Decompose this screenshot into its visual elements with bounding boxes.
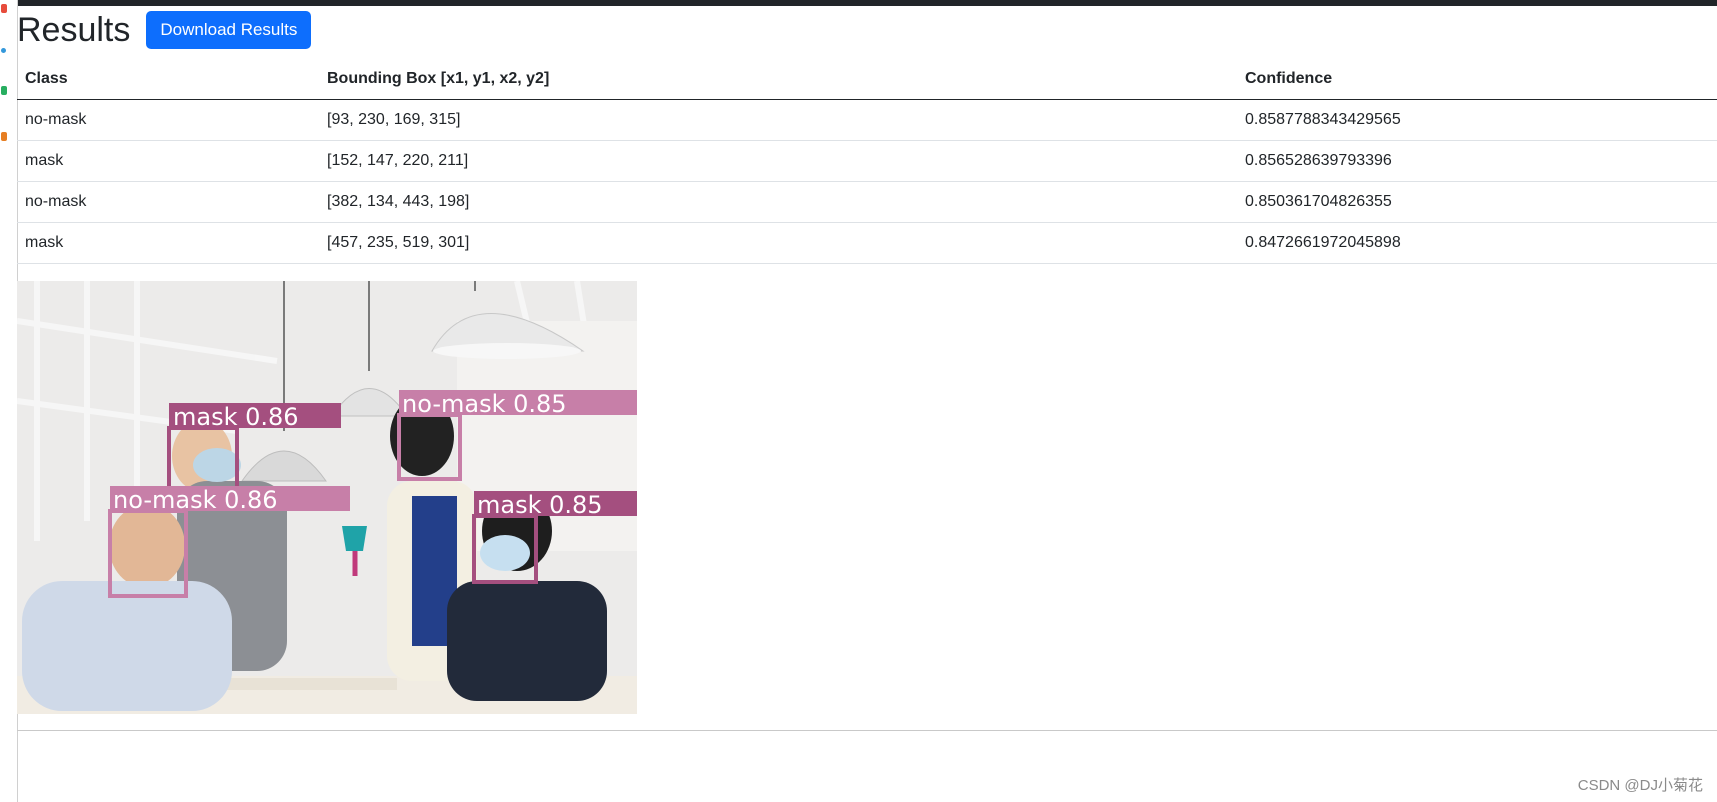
cell-confidence: 0.8587788343429565 bbox=[1237, 99, 1717, 141]
rail-blue-icon[interactable] bbox=[1, 48, 6, 53]
detection-scene: mask 0.86 no-mask 0.85 no-mask 0.86 mask… bbox=[17, 281, 637, 714]
table-row: no-mask [93, 230, 169, 315] 0.8587788343… bbox=[17, 99, 1717, 141]
bbox-label: mask 0.85 bbox=[477, 491, 603, 519]
bbox-label: mask 0.86 bbox=[173, 403, 299, 431]
table-row: mask [457, 235, 519, 301] 0.847266197204… bbox=[17, 222, 1717, 264]
cell-bbox: [457, 235, 519, 301] bbox=[319, 222, 1237, 264]
page-title: Results bbox=[17, 11, 131, 49]
cell-class: no-mask bbox=[17, 99, 319, 141]
download-results-button[interactable]: Download Results bbox=[146, 11, 312, 49]
bbox-label: no-mask 0.85 bbox=[402, 390, 567, 418]
top-bar bbox=[0, 0, 1717, 6]
cell-class: mask bbox=[17, 140, 319, 182]
cell-confidence: 0.8472661972045898 bbox=[1237, 222, 1717, 264]
detection-result-image: mask 0.86 no-mask 0.85 no-mask 0.86 mask… bbox=[17, 281, 637, 714]
table-row: mask [152, 147, 220, 211] 0.856528639793… bbox=[17, 140, 1717, 182]
rail-red-icon[interactable] bbox=[1, 4, 7, 13]
cell-bbox: [382, 134, 443, 198] bbox=[319, 181, 1237, 223]
left-sidebar-rail bbox=[0, 0, 18, 802]
column-header-bbox: Bounding Box [x1, y1, x2, y2] bbox=[319, 59, 1237, 100]
divider bbox=[17, 730, 1717, 731]
table-header-row: Class Bounding Box [x1, y1, x2, y2] Conf… bbox=[17, 59, 1717, 100]
rail-orange-icon[interactable] bbox=[1, 132, 7, 141]
results-table: Class Bounding Box [x1, y1, x2, y2] Conf… bbox=[17, 59, 1717, 264]
bbox-label: no-mask 0.86 bbox=[113, 486, 278, 514]
column-header-class: Class bbox=[17, 59, 319, 100]
cell-confidence: 0.850361704826355 bbox=[1237, 181, 1717, 223]
results-header: Results Download Results bbox=[17, 10, 312, 50]
cell-bbox: [152, 147, 220, 211] bbox=[319, 140, 1237, 182]
column-header-confidence: Confidence bbox=[1237, 59, 1717, 100]
cell-bbox: [93, 230, 169, 315] bbox=[319, 99, 1237, 141]
watermark: CSDN @DJ小菊花 bbox=[1577, 777, 1703, 794]
cell-class: no-mask bbox=[17, 181, 319, 223]
cell-confidence: 0.856528639793396 bbox=[1237, 140, 1717, 182]
table-row: no-mask [382, 134, 443, 198] 0.850361704… bbox=[17, 181, 1717, 223]
rail-green-icon[interactable] bbox=[1, 86, 7, 95]
cell-class: mask bbox=[17, 222, 319, 264]
